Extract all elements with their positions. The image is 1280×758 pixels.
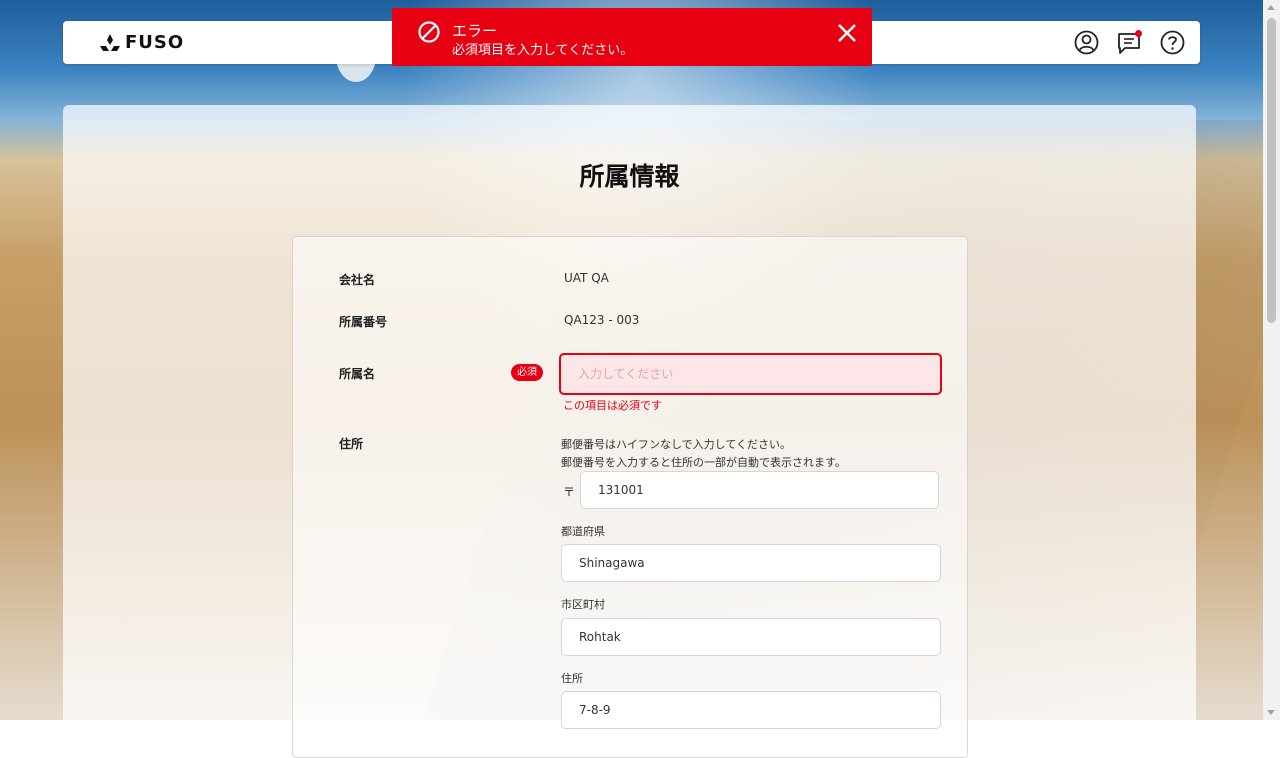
messages-button[interactable]: [1116, 29, 1143, 56]
postal-code-input[interactable]: [580, 471, 939, 509]
required-badge: 必須: [511, 364, 543, 381]
fuso-logo[interactable]: FUSO: [99, 32, 184, 53]
postal-mark: 〒: [563, 485, 576, 499]
city-label: 市区町村: [561, 598, 605, 611]
affiliation-form: 会社名 UAT QA 所属番号 QA123 - 003 所属名 必須 この項目は…: [292, 236, 968, 758]
page-scrollbar[interactable]: [1263, 0, 1280, 720]
city-input[interactable]: [561, 618, 941, 656]
company-label: 会社名: [339, 273, 376, 287]
header-icon-group: [1073, 29, 1186, 56]
account-icon: [1074, 30, 1099, 55]
main-card: 所属情報 会社名 UAT QA 所属番号 QA123 - 003 所属名 必須 …: [63, 105, 1196, 758]
affiliation-name-input[interactable]: [559, 353, 942, 395]
affiliation-name-label: 所属名: [339, 367, 376, 381]
help-icon: [1160, 30, 1185, 55]
affiliation-number-value: QA123 - 003: [564, 313, 640, 327]
help-button[interactable]: [1159, 29, 1186, 56]
street-label: 住所: [561, 672, 583, 685]
notification-dot: [1135, 30, 1142, 37]
affiliation-number-label: 所属番号: [339, 315, 388, 329]
scrollbar-thumb[interactable]: [1267, 18, 1276, 323]
address-label: 住所: [339, 437, 364, 451]
page-title: 所属情報: [579, 162, 680, 191]
prefecture-label: 都道府県: [561, 525, 605, 538]
close-icon[interactable]: [836, 22, 858, 44]
scroll-up-arrow[interactable]: [1267, 5, 1275, 10]
toast-message: 必須項目を入力してください。: [452, 43, 634, 58]
company-value: UAT QA: [564, 271, 609, 285]
mitsubishi-logo-icon: [100, 33, 120, 51]
prefecture-input[interactable]: [561, 544, 941, 582]
error-toast: エラー 必須項目を入力してください。: [392, 8, 872, 66]
logo-text: FUSO: [125, 32, 185, 53]
postal-help-line-1: 郵便番号はハイフンなしで入力してください。: [561, 438, 792, 451]
account-button[interactable]: [1073, 29, 1100, 56]
postal-help-line-2: 郵便番号を入力すると住所の一部が自動で表示されます。: [561, 456, 846, 469]
prohibited-icon: [418, 21, 440, 43]
toast-title: エラー: [452, 22, 498, 40]
street-input[interactable]: [561, 691, 941, 729]
scroll-down-arrow[interactable]: [1267, 710, 1275, 715]
affiliation-name-error: この項目は必須です: [563, 399, 662, 412]
